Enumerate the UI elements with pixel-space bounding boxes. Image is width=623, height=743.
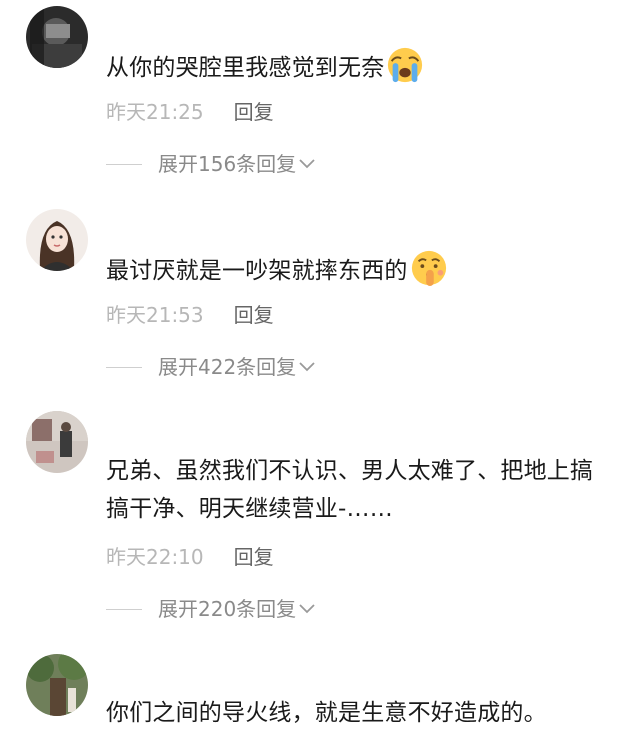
expand-replies-label: 展开220条回复 (158, 597, 297, 621)
expand-replies-label: 展开422条回复 (158, 355, 297, 379)
avatar[interactable] (26, 654, 88, 716)
divider-dash (106, 164, 142, 165)
expand-replies-button[interactable]: 展开156条回复 (106, 148, 316, 177)
chevron-down-icon (299, 159, 315, 169)
comment-text: 兄弟、虽然我们不认识、男人太难了、把地上搞搞干净、明天继续营业-…… (106, 452, 611, 528)
expand-replies-button[interactable]: 展开422条回复 (106, 351, 316, 380)
reply-button[interactable]: 回复 (234, 100, 274, 124)
comment-time: 昨天21:25 (106, 100, 204, 124)
expand-replies-button[interactable]: 展开220条回复 (106, 593, 316, 622)
comment-meta: 昨天21:53 回复 (106, 299, 274, 328)
comment-meta: 昨天22:10 回复 (106, 541, 274, 570)
avatar[interactable] (26, 209, 88, 271)
reply-button[interactable]: 回复 (234, 545, 274, 569)
avatar[interactable] (26, 411, 88, 473)
shushing-face-icon (411, 250, 446, 287)
comment-text: 最讨厌就是一吵架就摔东西的 (106, 249, 611, 290)
comment-time: 昨天22:10 (106, 545, 204, 569)
comment-text: 你们之间的导火线，就是生意不好造成的。 (106, 694, 611, 732)
avatar[interactable] (26, 6, 88, 68)
chevron-down-icon (299, 362, 315, 372)
expand-replies-label: 展开156条回复 (158, 152, 297, 176)
comment-text-content: 你们之间的导火线，就是生意不好造成的。 (106, 700, 547, 726)
divider-dash (106, 367, 142, 368)
reply-button[interactable]: 回复 (234, 303, 274, 327)
crying-face-icon (388, 47, 423, 83)
divider-dash (106, 609, 142, 610)
comment-text: 从你的哭腔里我感觉到无奈 (106, 46, 611, 87)
comment-text-content: 从你的哭腔里我感觉到无奈 (106, 55, 385, 81)
comment-text-content: 最讨厌就是一吵架就摔东西的 (106, 258, 408, 284)
comment-meta: 昨天21:25 回复 (106, 96, 274, 125)
comment-text-content: 兄弟、虽然我们不认识、男人太难了、把地上搞搞干净、明天继续营业-…… (106, 458, 594, 522)
comment-time: 昨天21:53 (106, 303, 204, 327)
chevron-down-icon (299, 604, 315, 614)
